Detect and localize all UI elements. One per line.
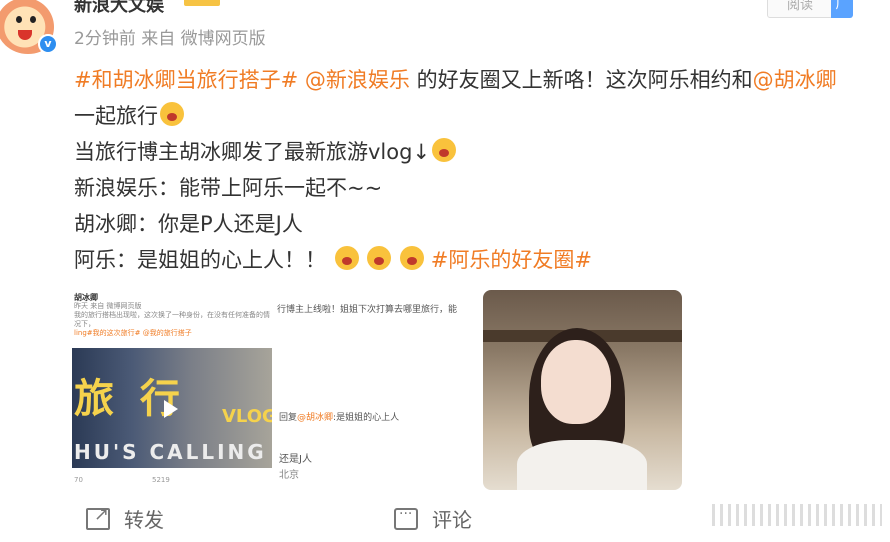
image-1-screenshot-header: 胡冰卿 昨天 来自 微博网页版 我的旅行搭档出现啦，这次换了一种身份，在没有任何… [72,290,272,348]
post-line-6: 阿乐：是姐姐的心上人！！ #阿乐的好友圈# [74,242,886,278]
photo-person-dress [517,440,647,490]
post-content: #和胡冰卿当旅行搭子# @新浪娱乐 的好友圈又上新咯！这次阿乐相约和@胡冰卿 一… [74,62,886,278]
shy-emoji-icon [367,246,392,270]
image-2-location: 北京 [279,470,299,481]
post-image-1[interactable]: 胡冰卿 昨天 来自 微博网页版 我的旅行搭档出现啦，这次换了一种身份，在没有任何… [72,290,272,490]
image-2-text: 还是J人 [279,454,312,465]
post-text: 阿乐：是姐姐的心上人！！ [74,248,326,272]
post-line-1: #和胡冰卿当旅行搭子# @新浪娱乐 的好友圈又上新咯！这次阿乐相约和@胡冰卿 [74,62,886,98]
level-badge-icon [184,0,220,6]
photo-person-face [541,340,611,424]
topic-tag-link[interactable]: #和胡冰卿当旅行搭子# [74,68,298,92]
post-text: 当旅行博主胡冰卿发了最新旅游vlog↓ [74,140,431,164]
share-button[interactable]: 转发 [86,504,164,533]
image-2-reply: 回复@胡冰卿:是姐姐的心上人 [279,410,399,423]
mention-link[interactable]: @新浪娱乐 [305,68,410,92]
surprised-emoji-icon [432,138,457,162]
play-icon [164,400,178,418]
image-1-caption: 我的旅行搭档出现啦，这次换了一种身份，在没有任何准备的情况下， [74,311,270,328]
action-bar: 转发 评论 [0,504,890,534]
post-line-4: 新浪娱乐：能带上阿乐一起不~~ [74,170,886,206]
image-1-caption-tags: ling#我的这次旅行# @我的旅行搭子 [74,329,192,337]
image-1-author: 胡冰卿 [74,293,98,302]
image-1-meta: 昨天 来自 微博网页版 [74,302,142,310]
image-2-reply-text: :是姐姐的心上人 [333,413,400,423]
share-icon [86,504,110,530]
image-1-stat-like: 5219 [152,476,170,484]
share-label: 转发 [124,508,164,532]
post-text: 的好友圈又上新咯！这次阿乐相约和 [416,68,753,92]
shy-emoji-icon [334,246,359,270]
post-text: 一起旅行 [74,104,158,128]
mention-link[interactable]: @胡冰卿 [753,68,837,92]
image-1-stat-share: 70 [74,476,83,484]
comment-button[interactable]: 评论 [394,504,472,533]
post-line-2: 一起旅行 [74,98,886,134]
crying-emoji-icon [160,102,184,126]
topic-tag-link[interactable]: #阿乐的好友圈# [431,248,592,272]
video-vlog-text: VLOG [222,406,272,427]
like-button[interactable] [712,504,890,526]
image-2-reply-prefix: 回复 [279,413,298,423]
like-icon [712,504,882,526]
avatar-mouth-icon [18,30,32,40]
comment-icon [394,506,418,530]
ad-button[interactable]: 广 [831,0,853,18]
post-meta: 2分钟前 来自 微博网页版 [74,29,266,49]
image-1-video-thumbnail: 旅 行 VLOG HU'S CALLING [72,348,272,468]
post-text: 新浪娱乐：能带上阿乐一起不~~ [74,176,383,200]
comment-label: 评论 [432,508,472,532]
image-2-text: 行博主上线啦！姐姐下次打算去哪里旅行，能 [277,305,458,315]
post-line-5: 胡冰卿：你是P人还是J人 [74,206,886,242]
avatar-eye-icon [30,16,36,23]
avatar-eye-icon [16,16,22,23]
post-text: 胡冰卿：你是P人还是J人 [74,212,303,236]
video-subtitle-text: HU'S CALLING [74,440,267,464]
read-button[interactable]: 阅读 [767,0,833,18]
shy-emoji-icon [400,246,425,270]
post-line-3: 当旅行博主胡冰卿发了最新旅游vlog↓ [74,134,886,170]
post-image-3[interactable] [483,290,682,490]
username[interactable]: 新浪大文娱 [74,0,164,17]
post-image-2[interactable]: 行博主上线啦！姐姐下次打算去哪里旅行，能 回复@胡冰卿:是姐姐的心上人 还是J人… [277,290,479,490]
image-2-reply-mention: @胡冰卿 [297,413,334,423]
verified-badge-icon: v [38,34,58,54]
